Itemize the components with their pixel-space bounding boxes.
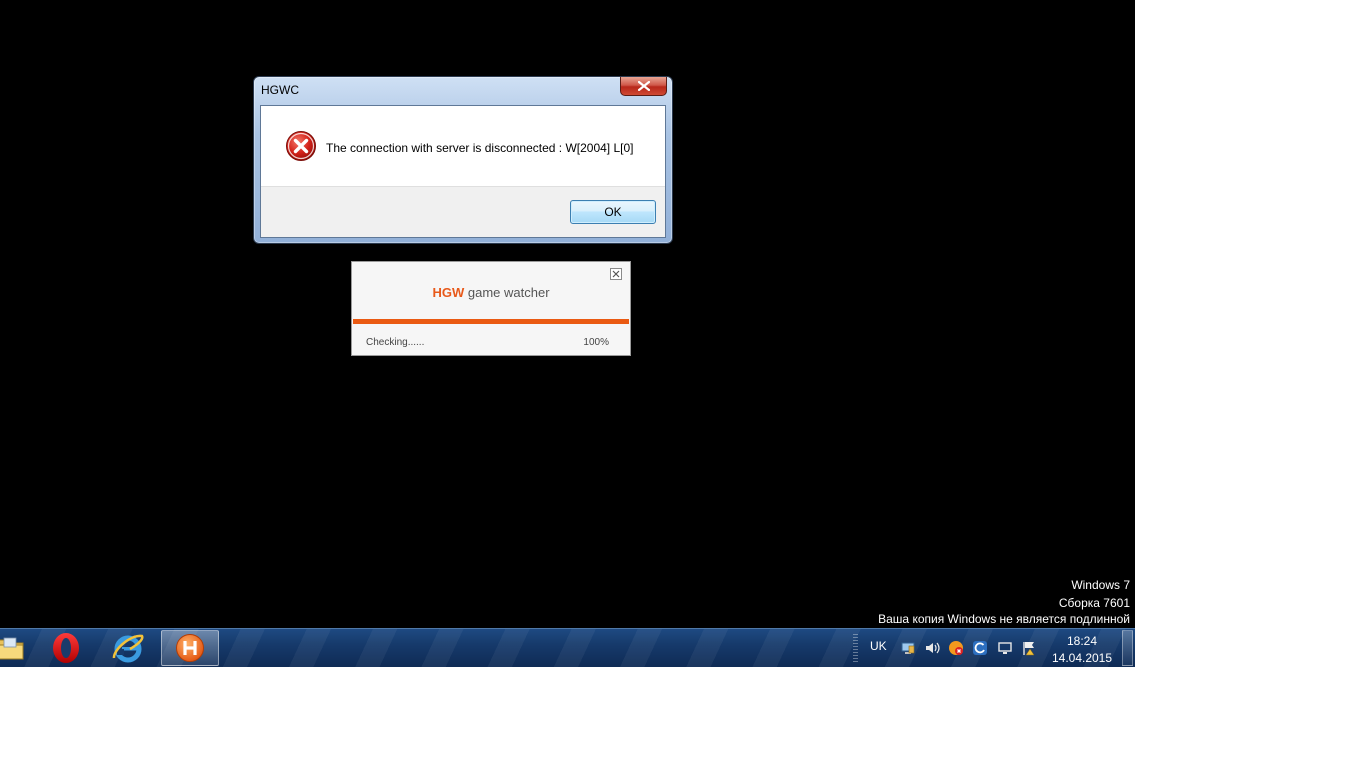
taskbar-hgw-button[interactable] [161, 630, 219, 666]
error-dialog: HGWC The connection with server is disco… [253, 76, 673, 244]
watermark-line-1: Windows 7 [1071, 578, 1130, 592]
show-desktop-button[interactable] [1122, 630, 1133, 666]
dialog-body: The connection with server is disconnect… [260, 105, 666, 238]
close-icon [612, 270, 620, 278]
watcher-status: Checking...... [366, 337, 425, 348]
hgw-app-icon [176, 634, 204, 662]
security-alert-icon[interactable] [948, 640, 964, 656]
volume-icon[interactable] [924, 640, 940, 656]
network-monitor-icon[interactable] [900, 640, 916, 656]
sync-icon[interactable] [972, 640, 988, 656]
watermark-line-3: Ваша копия Windows не является подлинной [878, 612, 1130, 626]
watcher-close-button[interactable] [610, 268, 622, 280]
language-indicator[interactable]: UK [870, 639, 887, 653]
brand-game-watcher: game watcher [467, 285, 550, 300]
clock-date[interactable]: 14.04.2015 [1048, 651, 1116, 665]
taskbar: UK 18:24 14.04.2015 [0, 628, 1135, 667]
watcher-brand: HGW game watcher [352, 285, 630, 300]
display-icon[interactable] [997, 640, 1013, 656]
action-center-flag-icon[interactable] [1021, 640, 1037, 656]
progress-bar [353, 319, 629, 324]
clock-time[interactable]: 18:24 [1054, 634, 1110, 648]
dialog-footer: OK [261, 186, 665, 237]
dialog-message: The connection with server is disconnect… [326, 141, 634, 155]
brand-hgw: HGW [432, 285, 465, 300]
taskbar-explorer-button[interactable] [0, 630, 38, 666]
ok-button[interactable]: OK [570, 200, 656, 224]
progress-fill [353, 319, 629, 324]
internet-explorer-icon [112, 634, 144, 663]
folder-icon [0, 637, 24, 660]
close-icon [638, 81, 650, 91]
watermark-line-2: Сборка 7601 [1058, 596, 1130, 610]
watcher-percent: 100% [583, 337, 609, 348]
error-icon [286, 131, 316, 161]
game-watcher-window: HGW game watcher Checking...... 100% [351, 261, 631, 356]
dialog-close-button[interactable] [620, 77, 667, 96]
opera-icon [53, 633, 79, 663]
desktop: HGWC The connection with server is disco… [0, 0, 1135, 667]
tray-grip [853, 634, 858, 664]
taskbar-opera-button[interactable] [38, 630, 94, 666]
dialog-title: HGWC [261, 83, 299, 97]
taskbar-ie-button[interactable] [100, 630, 156, 666]
